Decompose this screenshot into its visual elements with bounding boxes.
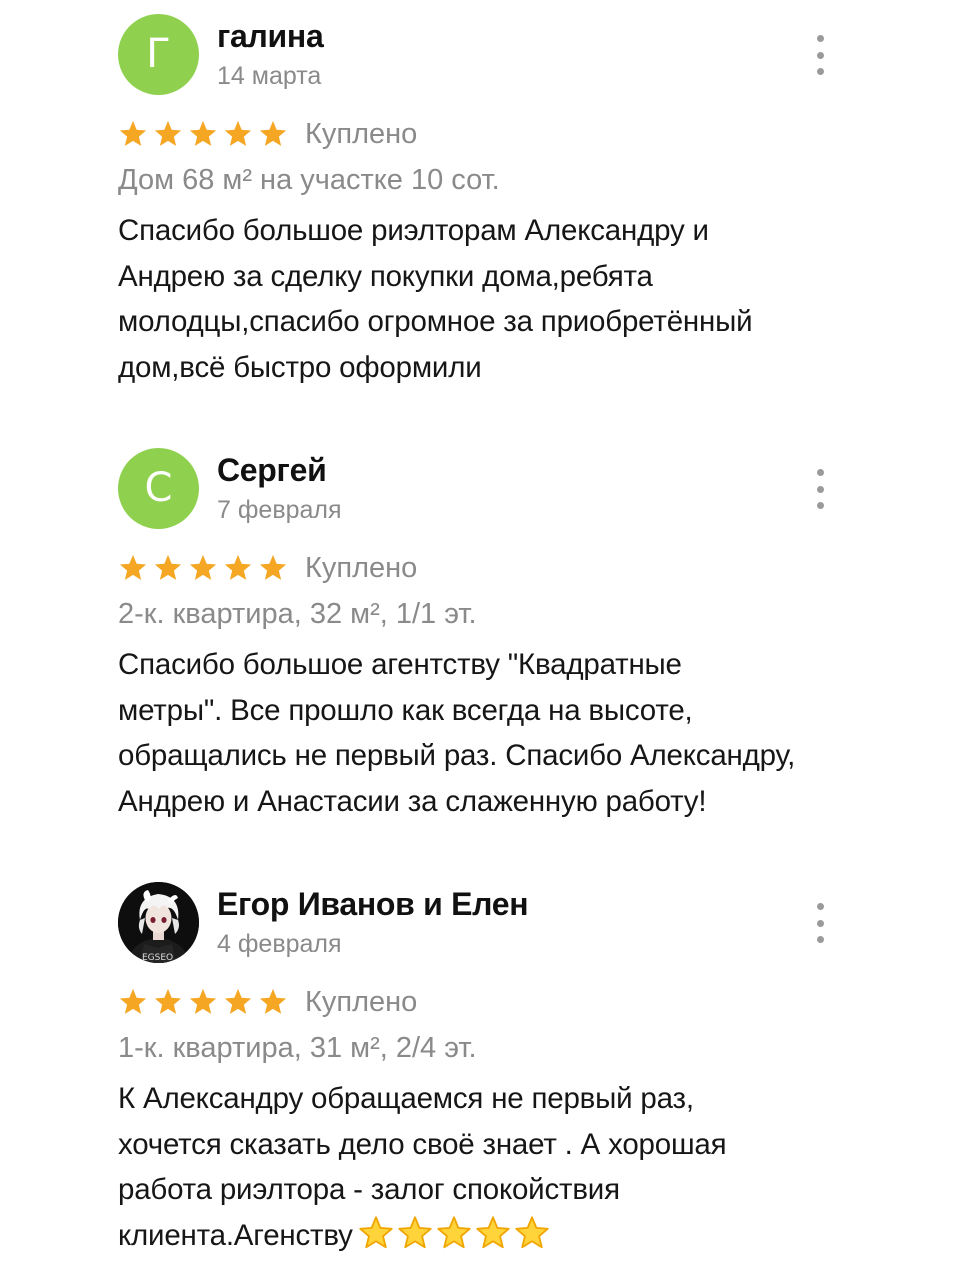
star-icon: [259, 988, 287, 1014]
avatar-photo[interactable]: EGSEO: [118, 882, 199, 963]
star-icon: [224, 988, 252, 1014]
star-icon: [259, 120, 287, 146]
purchased-badge: Куплено: [305, 985, 418, 1018]
star-emoji: [437, 1215, 471, 1248]
star-emoji: [398, 1215, 432, 1248]
avatar[interactable]: С: [118, 448, 199, 529]
review-text-line: метры". Все прошло как всегда на высоте,: [118, 693, 693, 727]
star-emoji: [515, 1215, 549, 1248]
star-icon: [154, 988, 182, 1014]
star-icon: [119, 988, 147, 1014]
review-text-line: Спасибо большое риэлторам Александру и: [118, 214, 709, 247]
star-emoji: [359, 1215, 393, 1248]
review-text-line: обращались не первый раз. Спасибо Алекса…: [118, 739, 796, 772]
star-icon: [154, 554, 182, 580]
star-icon: [189, 120, 217, 146]
review-text-line: Спасибо большое агентству "Квадратные: [118, 648, 682, 681]
review-text-line: молодцы,спасибо огромное за приобретённы…: [118, 305, 753, 338]
review-author[interactable]: Сергей: [217, 452, 327, 489]
review-author[interactable]: галина: [217, 18, 324, 55]
rating-row: Куплено: [118, 982, 417, 1022]
star-icon: [224, 120, 252, 146]
review-text-line: работа риэлтора - залог спокойствия: [118, 1173, 620, 1206]
star-rating: [118, 553, 288, 583]
star-emoji: [476, 1215, 510, 1248]
review-text-line: Андрею и Анастасии за слаженную работу!: [118, 784, 707, 818]
review-text-line: К Александру обращаемся не первый раз,: [118, 1082, 694, 1115]
avatar-letter: С: [144, 465, 173, 511]
anime-character-avatar: EGSEO: [118, 882, 199, 963]
purchased-badge: Куплено: [305, 551, 418, 584]
star-rating: [118, 119, 288, 149]
rating-row: Куплено: [118, 114, 417, 154]
review-card: EGSEO Егор Иванов и Елен 4 февраля Купле…: [0, 868, 974, 1280]
review-date: 4 февраля: [217, 930, 342, 958]
review-author[interactable]: Егор Иванов и Елен: [217, 886, 529, 923]
more-options-icon[interactable]: [806, 469, 834, 509]
property-description[interactable]: Дом 68 м² на участке 10 сот.: [118, 164, 500, 197]
review-text-line: хочется сказать дело своё знает . А хоро…: [118, 1127, 727, 1161]
review-date: 7 февраля: [217, 496, 342, 524]
star-icon: [119, 120, 147, 146]
review-card: Г галина 14 марта Куплено Дом 68 м² на у…: [0, 0, 974, 420]
property-description[interactable]: 2-к. квартира, 32 м², 1/1 эт.: [118, 598, 477, 631]
review-text-line: Андрею за сделку покупки дома,ребята: [118, 259, 653, 293]
more-options-icon[interactable]: [806, 35, 834, 75]
star-icon: [189, 988, 217, 1014]
avatar-letter: Г: [146, 31, 171, 77]
review-text: Спасибо большое агентству "Квадратные ме…: [118, 642, 878, 824]
rating-row: Куплено: [118, 548, 417, 588]
review-text: К Александру обращаемся не первый раз, х…: [118, 1076, 878, 1258]
property-description[interactable]: 1-к. квартира, 31 м², 2/4 эт.: [118, 1032, 477, 1065]
star-icon: [259, 554, 287, 580]
avatar[interactable]: Г: [118, 14, 199, 95]
purchased-badge: Куплено: [305, 117, 418, 150]
star-icon: [119, 554, 147, 580]
more-options-icon[interactable]: [806, 903, 834, 943]
review-text: Спасибо большое риэлторам Александру и А…: [118, 208, 878, 390]
review-date: 14 марта: [217, 62, 322, 90]
review-text-line: клиента.Агенству: [118, 1218, 353, 1252]
star-emoji-group: [357, 1215, 551, 1251]
review-text-line-last: клиента.Агенству: [118, 1213, 878, 1259]
star-icon: [189, 554, 217, 580]
star-rating: [118, 987, 288, 1017]
star-icon: [224, 554, 252, 580]
review-text-line: дом,всё быстро оформили: [118, 350, 482, 384]
review-card: С Сергей 7 февраля Куплено 2-к. квартира…: [0, 434, 974, 854]
svg-text:EGSEO: EGSEO: [142, 953, 173, 963]
star-icon: [154, 120, 182, 146]
